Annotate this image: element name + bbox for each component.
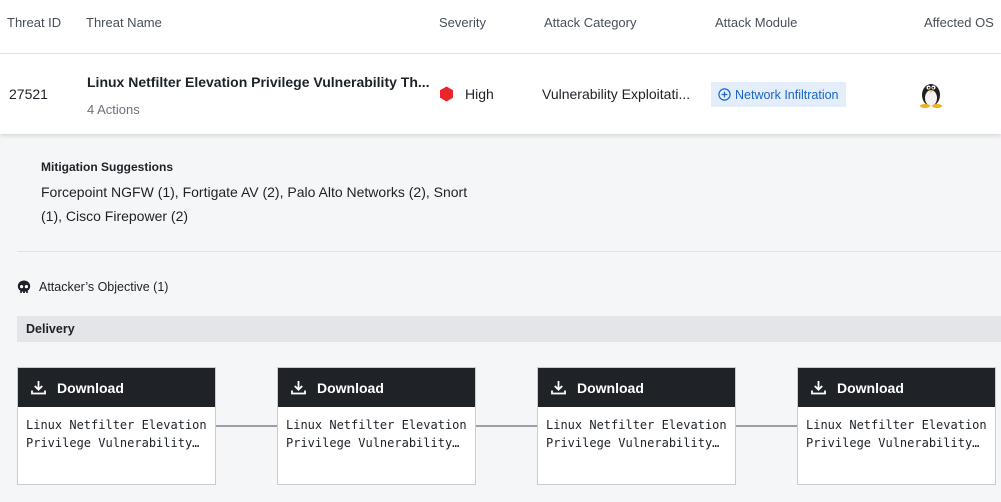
col-attack-module[interactable]: Attack Module: [715, 15, 797, 30]
step-card-header: Download: [538, 368, 735, 407]
attackers-objective[interactable]: Attacker’s Objective (1): [17, 280, 168, 294]
step-card[interactable]: Download Linux Netfilter Elevation Privi…: [797, 367, 996, 485]
severity-high-icon: [440, 86, 453, 102]
step-connector: [736, 425, 798, 427]
step-card[interactable]: Download Linux Netfilter Elevation Privi…: [277, 367, 476, 485]
step-title: Download: [577, 379, 644, 396]
plus-circle-icon: [718, 88, 731, 101]
col-threat-name[interactable]: Threat Name: [86, 15, 162, 30]
download-icon: [811, 381, 826, 395]
step-description: Linux Netfilter Elevation Privilege Vuln…: [546, 418, 727, 450]
step-card-header: Download: [278, 368, 475, 407]
attack-module-badge[interactable]: Network Infiltration: [711, 82, 846, 107]
severity-cell: High: [439, 86, 494, 102]
stage-label: Delivery: [26, 322, 75, 336]
skull-icon: [17, 280, 31, 293]
stage-delivery: Delivery: [17, 316, 1001, 342]
step-card[interactable]: Download Linux Netfilter Elevation Privi…: [17, 367, 216, 485]
col-threat-id[interactable]: Threat ID: [7, 15, 61, 30]
step-card-header: Download: [798, 368, 995, 407]
step-title: Download: [57, 379, 124, 396]
step-card[interactable]: Download Linux Netfilter Elevation Privi…: [537, 367, 736, 485]
download-icon: [291, 381, 306, 395]
col-severity[interactable]: Severity: [439, 15, 486, 30]
col-attack-category[interactable]: Attack Category: [544, 15, 637, 30]
step-card-header: Download: [18, 368, 215, 407]
step-description: Linux Netfilter Elevation Privilege Vuln…: [806, 418, 987, 450]
download-icon: [551, 381, 566, 395]
mitigation-text: Forcepoint NGFW (1), Fortigate AV (2), P…: [41, 184, 468, 224]
threat-name[interactable]: Linux Netfilter Elevation Privilege Vuln…: [87, 74, 430, 90]
section-divider: [17, 251, 1001, 252]
step-connector: [476, 425, 538, 427]
download-icon: [31, 381, 46, 395]
linux-tux-icon: [920, 84, 942, 108]
step-title: Download: [317, 379, 384, 396]
step-description: Linux Netfilter Elevation Privilege Vuln…: [26, 418, 207, 450]
threat-row[interactable]: 27521 Linux Netfilter Elevation Privileg…: [0, 54, 1001, 134]
step-description: Linux Netfilter Elevation Privilege Vuln…: [286, 418, 467, 450]
step-connector: [216, 425, 278, 427]
objective-label: Attacker’s Objective (1): [39, 280, 169, 294]
col-affected-os[interactable]: Affected OS: [924, 15, 994, 30]
attack-category: Vulnerability Exploitati...: [542, 86, 691, 102]
step-title: Download: [837, 379, 904, 396]
table-header: Threat ID Threat Name Severity Attack Ca…: [0, 0, 1001, 54]
attack-module-label: Network Infiltration: [735, 87, 839, 102]
threat-id: 27521: [9, 86, 48, 102]
actions-count: 4 Actions: [87, 102, 140, 117]
mitigation-title: Mitigation Suggestions: [41, 160, 173, 174]
severity-label: High: [465, 86, 494, 102]
